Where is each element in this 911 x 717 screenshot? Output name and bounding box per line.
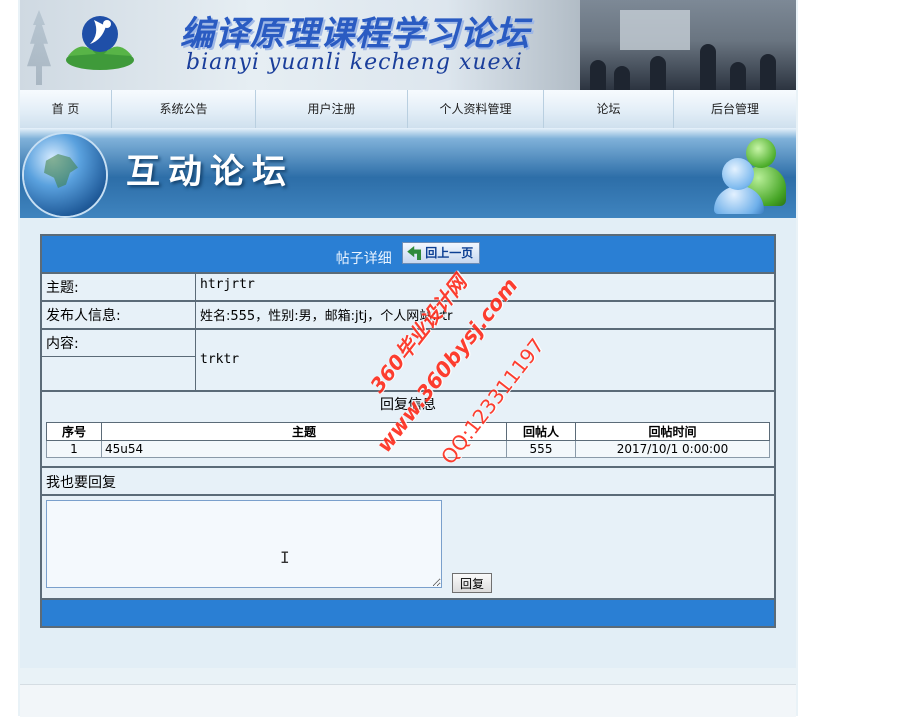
reply-submit-button[interactable]: 回复 (452, 573, 492, 593)
content-label: 内容: (42, 330, 196, 390)
nav-register[interactable]: 用户注册 (256, 90, 408, 128)
reply-label: 我也要回复 (46, 475, 116, 491)
reply-label-row: 我也要回复 (42, 466, 774, 494)
site-logo-icon (66, 16, 134, 70)
table-row: 1 45u54 555 2017/10/1 0:00:00 (46, 440, 770, 458)
reply-no: 1 (46, 440, 102, 458)
classroom-photo (580, 0, 796, 90)
panel-footer (42, 598, 774, 626)
users-icon (714, 136, 790, 214)
nav-admin[interactable]: 后台管理 (674, 90, 796, 128)
text-cursor-icon: I (280, 548, 290, 567)
site-banner: 编译原理课程学习论坛 bianyi yuanli kecheng xuexi (20, 0, 796, 90)
forum-header: 互动论坛 (20, 128, 796, 218)
subject-label: 主题: (42, 274, 196, 300)
site-title: 编译原理课程学习论坛 (180, 14, 530, 54)
nav-forum[interactable]: 论坛 (544, 90, 674, 128)
col-subject: 主题 (101, 422, 507, 441)
back-arrow-icon (407, 246, 422, 260)
nav-profile[interactable]: 个人资料管理 (408, 90, 544, 128)
reply-textarea[interactable] (46, 500, 442, 588)
author-label: 发布人信息: (42, 302, 196, 328)
site-subtitle: bianyi yuanli kecheng xuexi (186, 50, 523, 75)
back-button-label: 回上一页 (425, 246, 474, 260)
content-value: trktr (200, 352, 240, 367)
globe-icon (24, 134, 106, 216)
content-area: 帖子详细 回上一页 主题: htrjrtr 发布人信息: 姓名:555，性别:男… (20, 218, 796, 668)
panel-title: 帖子详细 (335, 251, 392, 267)
content-label-text: 内容: (46, 336, 79, 352)
back-button[interactable]: 回上一页 (402, 242, 481, 264)
page-bottom (20, 684, 796, 717)
reply-author: 555 (506, 440, 576, 458)
subject-value: htrjrtr (200, 277, 255, 292)
nav-home[interactable]: 首 页 (20, 90, 112, 128)
main-nav: 首 页 系统公告 用户注册 个人资料管理 论坛 后台管理 (20, 90, 796, 130)
pagoda-image (27, 10, 51, 85)
reply-time: 2017/10/1 0:00:00 (575, 440, 770, 458)
nav-announcements[interactable]: 系统公告 (112, 90, 256, 128)
col-time: 回帖时间 (575, 422, 770, 441)
col-no: 序号 (46, 422, 102, 441)
col-author: 回帖人 (506, 422, 576, 441)
panel-header: 帖子详细 回上一页 (42, 236, 774, 272)
forum-title: 互动论坛 (126, 152, 294, 192)
subject-row: 主题: htrjrtr (42, 272, 774, 300)
